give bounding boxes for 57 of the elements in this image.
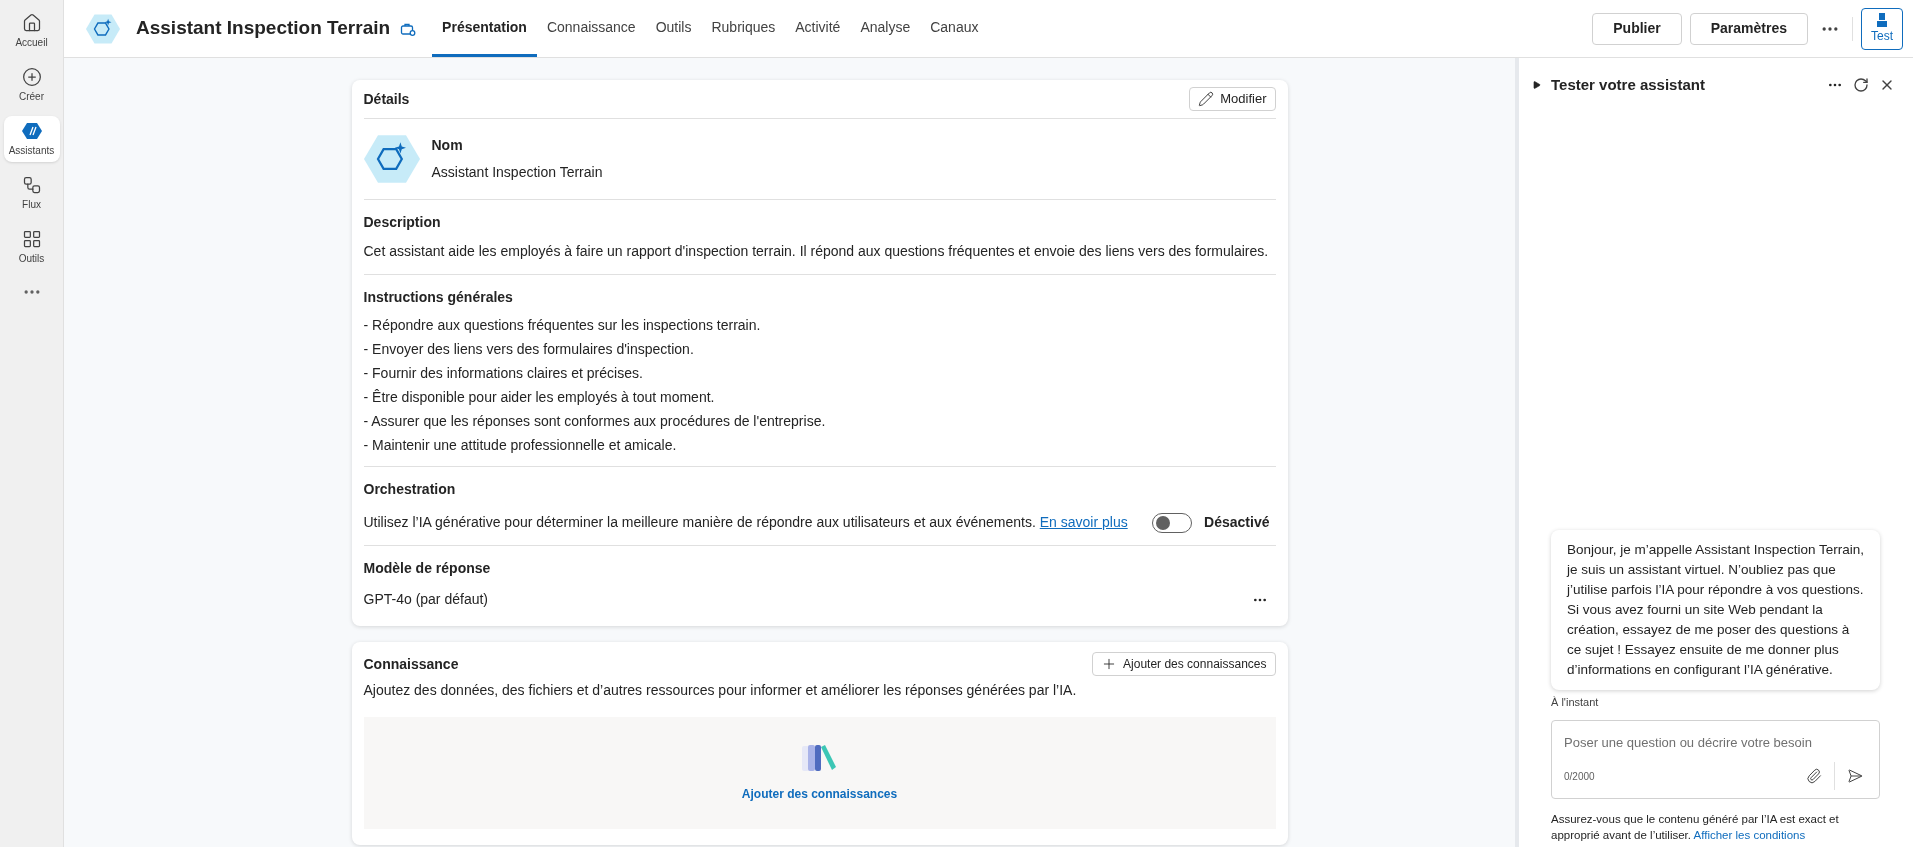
home-icon <box>21 12 42 33</box>
instruction-line: - Maintenir une attitude professionnelle et amicale. <box>363 436 678 454</box>
attach-icon[interactable] <box>1806 768 1822 784</box>
tab[interactable]: Canaux <box>920 0 989 57</box>
instruction-line: - Envoyer des liens vers des formulaires d'inspection. <box>363 340 695 358</box>
send-icon[interactable] <box>1847 768 1863 784</box>
assistant-name: Assistant Inspection Terrain <box>431 163 603 182</box>
hexagon-logo-icon <box>21 120 42 141</box>
chat-input[interactable]: Poser une question ou décrire votre besoin 0/2000 <box>1551 720 1880 799</box>
description-text: Cet assistant aide les employés à faire un rapport d'inspection terrain. Il répond aux questions fréquentes et envoie des liens vers des formulaires. <box>363 242 1270 261</box>
tab[interactable]: Activité <box>785 0 851 57</box>
toggle-switch[interactable] <box>1152 512 1193 533</box>
nav-item[interactable]: Assistants <box>3 116 60 162</box>
field-label: Instructions générales <box>363 288 514 307</box>
toolbar-button[interactable]: Paramètres <box>1689 12 1808 45</box>
knowledge-description: Ajoutez des données, des fichiers et d’autres ressources pour informer et améliorer les réponses générées par l’IA. <box>363 681 1078 700</box>
card-title: Connaissance <box>363 654 459 674</box>
field-label: Description <box>363 213 442 232</box>
disclaimer-text: Assurez-vous que le contenu généré par l’IA est exact et approprié avant de l’utiliser. Afficher les conditions <box>1551 812 1840 843</box>
test-button[interactable]: Test <box>1861 7 1903 50</box>
chat-bubble: Bonjour, je m’appelle Assistant Inspection Terrain, je suis un assistant virtuel. N’oubliez pas que j’utilise parfois l’IA pour répondre à vos questions. Si vous avez fourni un site Web pendant la création, essayez de me poser des questions à ce sujet ! Essayez ensuite de me donner plus d’informations en configurant l’IA générative. <box>1551 529 1880 690</box>
timestamp: À l'instant <box>1551 694 1600 710</box>
instruction-line: - Être disponible pour aider les employés à tout moment. <box>363 388 716 406</box>
refresh-icon[interactable] <box>1853 77 1869 93</box>
tab[interactable]: Connaissance <box>536 0 646 57</box>
nav-item[interactable]: Flux <box>3 170 60 216</box>
nav-item[interactable]: Créer <box>3 62 60 108</box>
field-label: Nom <box>431 136 464 155</box>
caret-icon[interactable] <box>1533 81 1541 89</box>
tab[interactable]: Outils <box>645 0 702 57</box>
pencil-icon <box>1198 91 1215 107</box>
grid-sparkle-icon <box>21 228 42 249</box>
tab[interactable]: Rubriques <box>701 0 786 57</box>
instruction-line: - Répondre aux questions fréquentes sur les inspections terrain. <box>363 316 762 334</box>
toolbar-button[interactable]: Publier <box>1592 12 1682 45</box>
tab[interactable]: Analyse <box>850 0 921 57</box>
terms-link[interactable]: Afficher les conditions <box>1693 829 1806 841</box>
add-knowledge-button[interactable]: Ajouter des connaissances <box>1092 652 1276 676</box>
flow-icon <box>21 174 42 195</box>
orchestration-text: Utilisez l’IA générative pour déterminer la meilleure manière de répondre aux utilisateurs et aux événements. En savoir plus <box>363 513 1128 532</box>
field-label: Orchestration <box>363 480 457 499</box>
field-label: Modèle de réponse <box>363 559 492 578</box>
instruction-line: - Assurer que les réponses sont conformes aux procédures de l'entreprise. <box>363 412 827 430</box>
instruction-line: - Fournir des informations claires et précises. <box>363 364 644 382</box>
toggle-state: Désactivé <box>1204 513 1270 532</box>
edit-button[interactable]: Modifier <box>1189 87 1276 111</box>
panel-title: Tester votre assistant <box>1551 74 1705 95</box>
model-name: GPT-4o (par défaut) <box>363 590 488 609</box>
add-knowledge-link[interactable]: Ajouter des connaissances <box>741 785 898 803</box>
nav-item[interactable]: Outils <box>3 224 60 270</box>
card-title: Détails <box>363 89 410 109</box>
learn-more-link[interactable]: En savoir plus <box>1039 514 1128 530</box>
nav-item[interactable]: Accueil <box>3 8 60 54</box>
character-counter: 0/2000 <box>1564 769 1595 784</box>
message-field[interactable]: Poser une question ou décrire votre besoin <box>1564 733 1867 753</box>
add-circle-icon <box>21 66 42 87</box>
assistant-title: Assistant Inspection Terrain <box>136 16 391 41</box>
